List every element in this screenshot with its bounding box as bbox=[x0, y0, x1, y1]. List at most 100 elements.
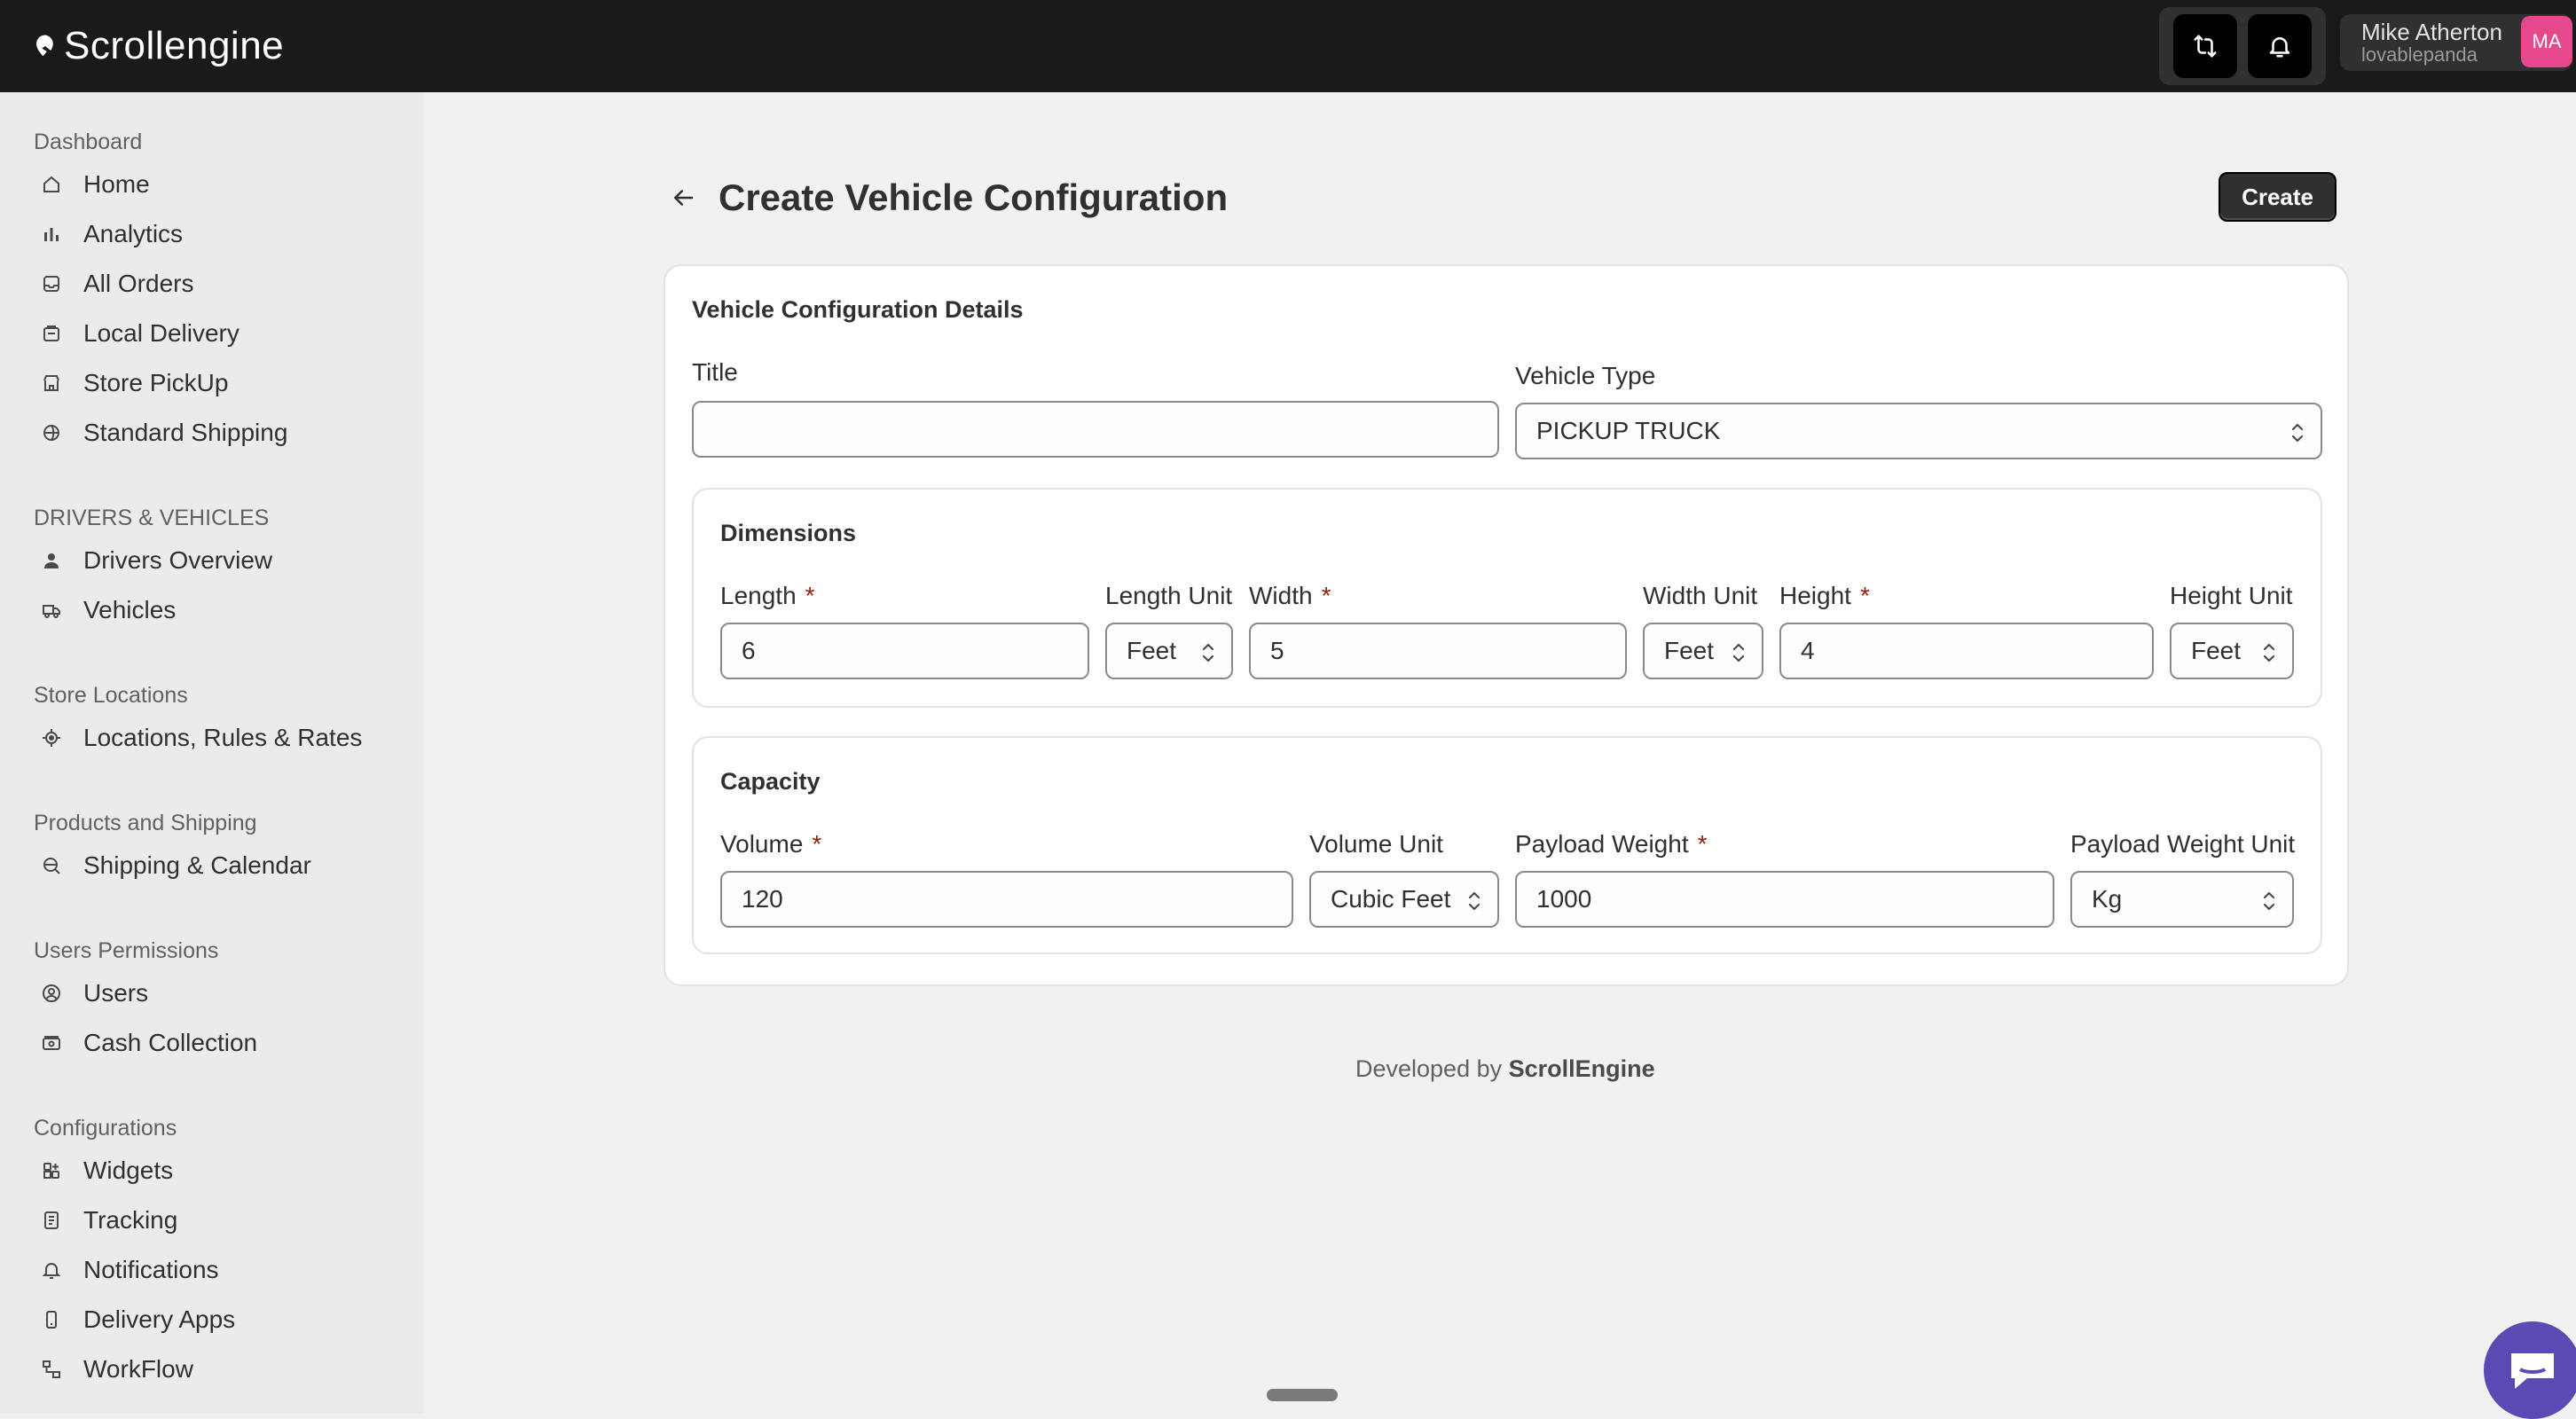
sidebar-item-notifications[interactable]: Notifications bbox=[0, 1245, 424, 1295]
section-title: DRIVERS & VEHICLES bbox=[34, 505, 270, 530]
sidebar-item-drivers-overview[interactable]: Drivers Overview bbox=[0, 536, 424, 585]
volume-unit-select[interactable]: Cubic Feet bbox=[1309, 871, 1499, 928]
select-chevrons-icon bbox=[1732, 643, 1745, 662]
select-chevrons-icon bbox=[2263, 891, 2275, 911]
sidebar-item-users[interactable]: Users bbox=[0, 968, 424, 1018]
sidebar-item-shipping-calendar[interactable]: Shipping & Calendar bbox=[0, 841, 424, 890]
sidebar-item-local-delivery[interactable]: Local Delivery bbox=[0, 309, 424, 358]
sidebar-item-cash-collection[interactable]: Cash Collection bbox=[0, 1018, 424, 1068]
title-label: Title bbox=[692, 358, 738, 386]
length-input[interactable] bbox=[720, 623, 1089, 679]
receipt-icon bbox=[41, 1210, 62, 1231]
length-unit-label: Length Unit bbox=[1105, 582, 1233, 609]
nav-section-dashboard: Dashboard Home Analytics All Orders Loca… bbox=[0, 124, 424, 458]
length-unit-select[interactable]: Feet bbox=[1105, 623, 1233, 679]
notifications-button[interactable] bbox=[2248, 14, 2312, 78]
scroll-handle[interactable] bbox=[1267, 1389, 1338, 1401]
width-unit-select[interactable]: Feet bbox=[1643, 623, 1763, 679]
length-label-text: Length bbox=[720, 582, 797, 609]
capacity-section: Capacity Volume* Volume Unit Cubic Feet … bbox=[692, 736, 2322, 954]
select-chevrons-icon bbox=[1468, 891, 1480, 911]
vehicle-type-select[interactable]: PICKUP TRUCK bbox=[1515, 403, 2322, 459]
cash-icon bbox=[41, 1032, 62, 1054]
sidebar-item-vehicles[interactable]: Vehicles bbox=[0, 585, 424, 635]
sidebar-item-workflow[interactable]: WorkFlow bbox=[0, 1345, 424, 1394]
sidebar-item-label: Widgets bbox=[83, 1156, 174, 1184]
sidebar-item-home[interactable]: Home bbox=[0, 160, 424, 209]
logo-pin-icon bbox=[36, 35, 53, 57]
height-unit-select[interactable]: Feet bbox=[2170, 623, 2294, 679]
bell-icon bbox=[41, 1259, 62, 1281]
chat-icon bbox=[2511, 1353, 2554, 1389]
sidebar-item-label: Tracking bbox=[83, 1206, 178, 1234]
section-title: Dashboard bbox=[34, 129, 143, 154]
sidebar-item-store-pickup[interactable]: Store PickUp bbox=[0, 358, 424, 408]
footer-brand[interactable]: ScrollEngine bbox=[1509, 1055, 1655, 1082]
sidebar-item-label: Vehicles bbox=[83, 596, 177, 623]
sidebar-item-label: All Orders bbox=[83, 270, 194, 297]
arrows-exchange-icon bbox=[2194, 35, 2217, 58]
mobile-icon bbox=[41, 1309, 62, 1330]
section-title: Users Permissions bbox=[34, 937, 219, 963]
width-input[interactable] bbox=[1249, 623, 1627, 679]
page-title: Create Vehicle Configuration bbox=[719, 176, 1229, 218]
nav-section-store-locations: Store Locations Locations, Rules & Rates bbox=[0, 678, 424, 763]
arrow-left-icon bbox=[674, 190, 694, 206]
capacity-title: Capacity bbox=[720, 768, 821, 795]
volume-unit-label: Volume Unit bbox=[1309, 830, 1443, 858]
payload-weight-unit-label: Payload Weight Unit bbox=[2070, 830, 2296, 858]
section-title: Products and Shipping bbox=[34, 810, 257, 835]
select-chevrons-icon bbox=[1202, 643, 1214, 662]
nav-section-drivers-vehicles: DRIVERS & VEHICLES Drivers Overview Vehi… bbox=[0, 500, 424, 635]
sidebar-item-label: Shipping & Calendar bbox=[83, 851, 311, 879]
workflow-icon bbox=[41, 1359, 62, 1380]
volume-label-text: Volume bbox=[720, 830, 804, 858]
required-asterisk: * bbox=[812, 830, 822, 858]
sidebar-item-locations-rules-rates[interactable]: Locations, Rules & Rates bbox=[0, 713, 424, 763]
required-asterisk: * bbox=[1859, 582, 1870, 609]
sidebar-item-label: Standard Shipping bbox=[83, 419, 288, 446]
page-header: Create Vehicle Configuration Create bbox=[664, 167, 2336, 229]
volume-label: Volume * bbox=[720, 830, 821, 858]
length-label: Length * bbox=[720, 582, 815, 610]
payload-weight-input[interactable] bbox=[1515, 871, 2054, 928]
required-asterisk: * bbox=[805, 582, 815, 609]
length-unit-value: Feet bbox=[1127, 637, 1177, 664]
sidebar-item-all-orders[interactable]: All Orders bbox=[0, 259, 424, 309]
sidebar-item-standard-shipping[interactable]: Standard Shipping bbox=[0, 408, 424, 458]
vehicle-type-value: PICKUP TRUCK bbox=[1536, 417, 1721, 444]
sidebar-item-label: Delivery Apps bbox=[83, 1305, 236, 1333]
footer-prefix: Developed by bbox=[1355, 1055, 1503, 1082]
height-unit-value: Feet bbox=[2191, 637, 2242, 664]
back-button[interactable] bbox=[664, 178, 703, 217]
sidebar-item-delivery-apps[interactable]: Delivery Apps bbox=[0, 1295, 424, 1345]
user-menu[interactable]: Mike Atherton lovablepanda MA bbox=[2340, 14, 2572, 71]
chat-button[interactable] bbox=[2484, 1321, 2576, 1419]
user-name: Mike Atherton bbox=[2361, 18, 2502, 45]
sidebar-item-widgets[interactable]: Widgets bbox=[0, 1146, 424, 1196]
sidebar-item-label: Drivers Overview bbox=[83, 546, 273, 574]
avatar[interactable]: MA bbox=[2521, 16, 2572, 67]
title-input[interactable] bbox=[692, 401, 1499, 458]
widget-icon bbox=[41, 1160, 62, 1181]
switch-store-button[interactable] bbox=[2173, 14, 2237, 78]
sidebar-item-label: Store PickUp bbox=[83, 369, 229, 396]
height-input[interactable] bbox=[1779, 623, 2154, 679]
app-logo[interactable]: Scrollengine bbox=[32, 24, 284, 68]
sidebar: Dashboard Home Analytics All Orders Loca… bbox=[0, 92, 424, 1414]
home-icon bbox=[41, 174, 62, 195]
sidebar-item-label: Home bbox=[83, 170, 150, 198]
payload-weight-unit-select[interactable]: Kg bbox=[2070, 871, 2294, 928]
store-icon bbox=[41, 372, 62, 394]
bar-chart-icon bbox=[41, 223, 62, 245]
sidebar-item-label: WorkFlow bbox=[83, 1355, 193, 1383]
sidebar-item-analytics[interactable]: Analytics bbox=[0, 209, 424, 259]
truck-icon bbox=[41, 600, 62, 621]
volume-input[interactable] bbox=[720, 871, 1293, 928]
card-title: Vehicle Configuration Details bbox=[692, 296, 1024, 323]
create-button[interactable]: Create bbox=[2219, 172, 2336, 222]
dimensions-section: Dimensions Length * Length Unit Feet Widt… bbox=[692, 488, 2322, 708]
nav-section-products-shipping: Products and Shipping Shipping & Calenda… bbox=[0, 805, 424, 890]
sidebar-item-tracking[interactable]: Tracking bbox=[0, 1196, 424, 1245]
top-actions bbox=[2159, 7, 2326, 85]
